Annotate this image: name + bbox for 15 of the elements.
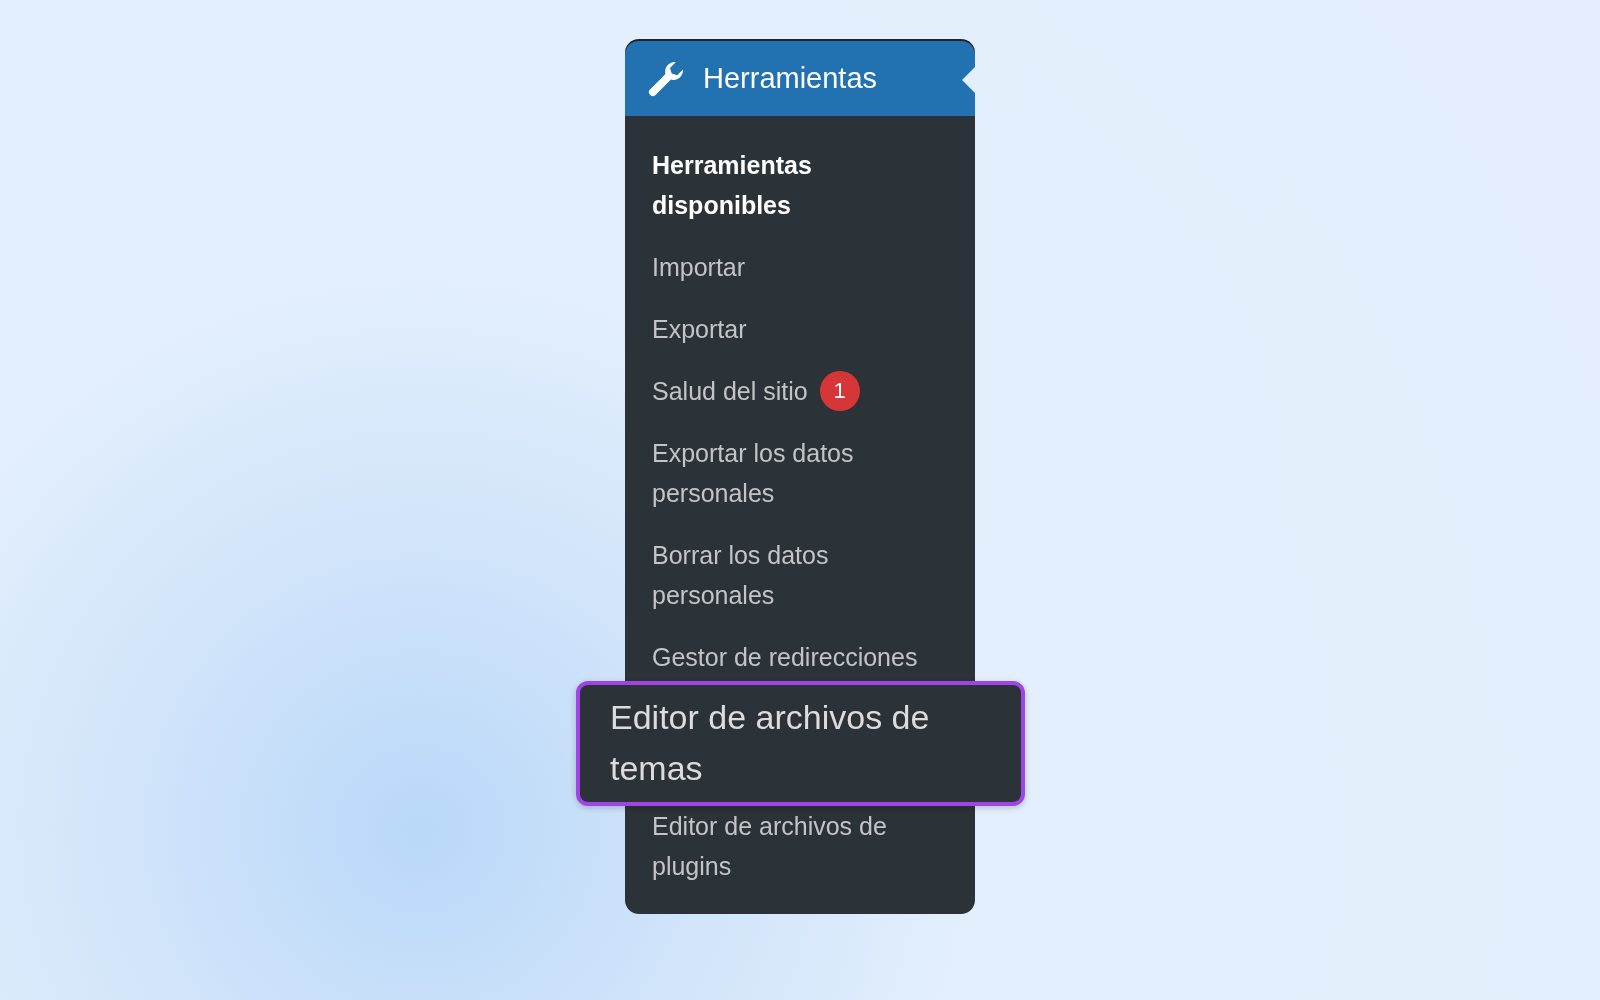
menu-header[interactable]: Herramientas <box>625 41 975 116</box>
menu-item[interactable]: Exportar <box>625 298 975 360</box>
menu-item[interactable]: Borrar los datos personales <box>625 524 975 626</box>
menu-item[interactable]: Editor de archivos de temas <box>576 681 1025 806</box>
notification-badge: 1 <box>819 371 860 411</box>
menu-item[interactable]: Exportar los datos personales <box>625 422 975 524</box>
wrench-icon <box>647 59 685 98</box>
menu-item[interactable]: Salud del sitio 1 <box>625 360 975 422</box>
menu-item[interactable]: Gestor de redirecciones <box>625 626 975 681</box>
current-menu-arrow-icon <box>962 67 975 93</box>
menu-item[interactable]: Importar <box>625 236 975 298</box>
menu-item[interactable]: Editor de archivos de plugins <box>625 806 975 897</box>
menu-item[interactable]: Herramientas disponibles <box>625 134 975 236</box>
menu-item-label: Salud del sitio <box>652 376 808 407</box>
menu-title: Herramientas <box>703 62 878 95</box>
